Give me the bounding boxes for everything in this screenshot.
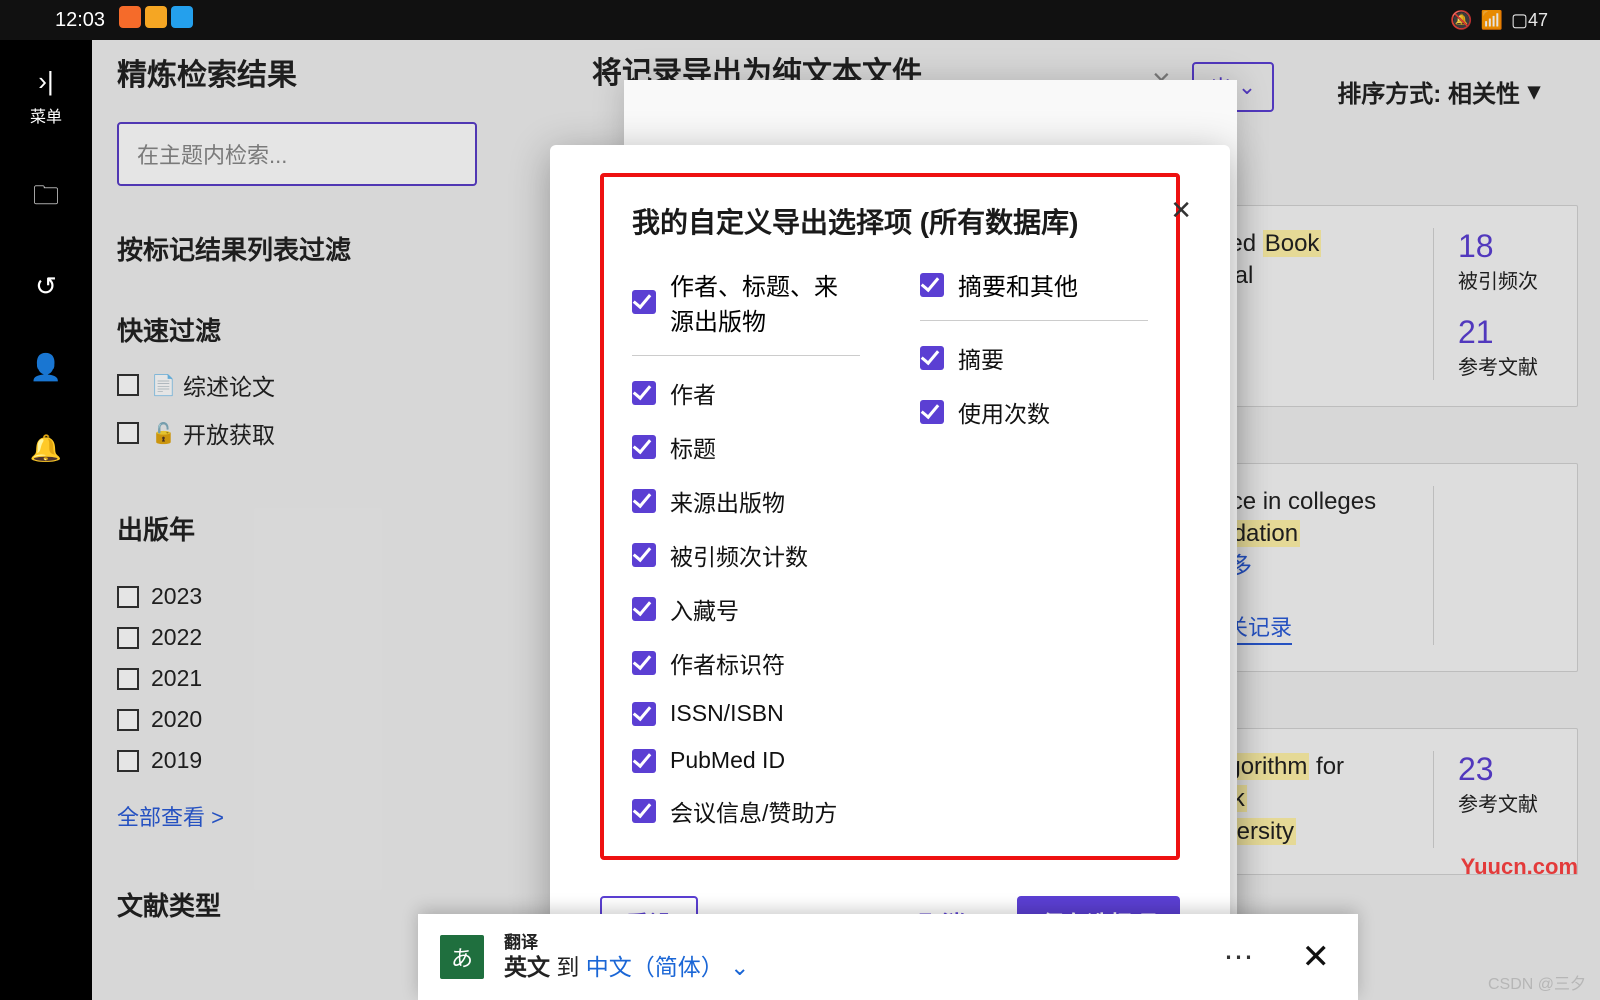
checkbox-checked-icon <box>632 381 656 405</box>
opt-times-cited[interactable]: 被引频次计数 <box>632 538 860 572</box>
group-author-title-source[interactable]: 作者、标题、来源出版物 <box>632 267 860 356</box>
device-status-bar: 12:03 🔕 📶 ▢47 <box>0 0 1600 40</box>
left-column: 作者、标题、来源出版物 作者 标题 来源出版物 被引频次计数 入藏号 作者标识符… <box>632 267 860 828</box>
checkbox-checked-icon <box>632 489 656 513</box>
opt-usage-count[interactable]: 使用次数 <box>920 395 1148 429</box>
checkbox-checked-icon <box>632 435 656 459</box>
checkbox-checked-icon <box>632 749 656 773</box>
rail-menu[interactable]: ›| 菜单 <box>30 66 62 127</box>
history-icon: ↺ <box>35 271 57 302</box>
opt-conference[interactable]: 会议信息/赞助方 <box>632 794 860 828</box>
rail-menu-label: 菜单 <box>30 103 62 127</box>
opt-abstract[interactable]: 摘要 <box>920 341 1148 375</box>
profile-icon: 👤 <box>30 352 62 383</box>
more-options-icon[interactable]: ⋯ <box>1224 940 1256 975</box>
translate-icon: あ <box>440 935 484 979</box>
rail-folder[interactable]: 🗀 <box>33 177 59 221</box>
watermark-csdn: CSDN @三夕 <box>1488 970 1586 994</box>
opt-author-id[interactable]: 作者标识符 <box>632 646 860 680</box>
checkbox-checked-icon <box>632 290 656 314</box>
opt-issn-isbn[interactable]: ISSN/ISBN <box>632 700 860 727</box>
checkbox-checked-icon <box>632 543 656 567</box>
close-translate-icon[interactable]: ✕ <box>1302 937 1331 977</box>
expand-icon: ›| <box>38 66 53 97</box>
highlighted-region: 我的自定义导出选择项 (所有数据库) 作者、标题、来源出版物 作者 标题 来源出… <box>600 173 1180 860</box>
mute-icon: 🔕 <box>1450 10 1472 31</box>
checkbox-checked-icon <box>632 597 656 621</box>
custom-export-modal: ✕ 我的自定义导出选择项 (所有数据库) 作者、标题、来源出版物 作者 标题 <box>550 145 1230 982</box>
battery-icon: ▢47 <box>1511 10 1548 31</box>
opt-title[interactable]: 标题 <box>632 430 860 464</box>
folder-icon: 🗀 <box>33 177 59 221</box>
translate-bar: あ 翻译 英文 到 中文（简体） ⌄ ⋯ ✕ <box>418 914 1358 1000</box>
opt-author[interactable]: 作者 <box>632 376 860 410</box>
bell-icon: 🔔 <box>30 433 62 464</box>
status-app-icons <box>115 6 193 34</box>
opt-accession[interactable]: 入藏号 <box>632 592 860 626</box>
opt-source[interactable]: 来源出版物 <box>632 484 860 518</box>
app-left-rail: ›| 菜单 🗀 ↺ 👤 🔔 <box>0 40 92 1000</box>
status-time: 12:03 <box>55 9 105 32</box>
group-abstract-other[interactable]: 摘要和其他 <box>920 267 1148 321</box>
checkbox-checked-icon <box>920 400 944 424</box>
rail-alerts[interactable]: 🔔 <box>30 433 62 464</box>
translate-to[interactable]: 中文（简体） <box>586 954 724 980</box>
close-icon[interactable]: ✕ <box>1170 195 1192 226</box>
right-column: 摘要和其他 摘要 使用次数 <box>920 267 1148 828</box>
checkbox-checked-icon <box>632 702 656 726</box>
checkbox-checked-icon <box>632 651 656 675</box>
checkbox-checked-icon <box>632 799 656 823</box>
wifi-icon: 📶 <box>1481 10 1503 31</box>
modal-title: 我的自定义导出选择项 (所有数据库) <box>632 201 1148 241</box>
opt-pubmed-id[interactable]: PubMed ID <box>632 747 860 774</box>
translate-title: 翻译 <box>504 932 1204 953</box>
rail-history[interactable]: ↺ <box>35 271 57 302</box>
watermark-yuucn: Yuucn.com <box>1461 854 1578 880</box>
checkbox-checked-icon <box>920 346 944 370</box>
chevron-down-icon[interactable]: ⌄ <box>730 954 749 980</box>
checkbox-checked-icon <box>920 273 944 297</box>
translate-from[interactable]: 英文 <box>504 954 550 980</box>
rail-profile[interactable]: 👤 <box>30 352 62 383</box>
page-body: 将记录导出为纯文本文件 × 出 ⌄ 排序方式: 相关性 ▾ 精炼检索结果 在主题… <box>92 40 1600 1000</box>
